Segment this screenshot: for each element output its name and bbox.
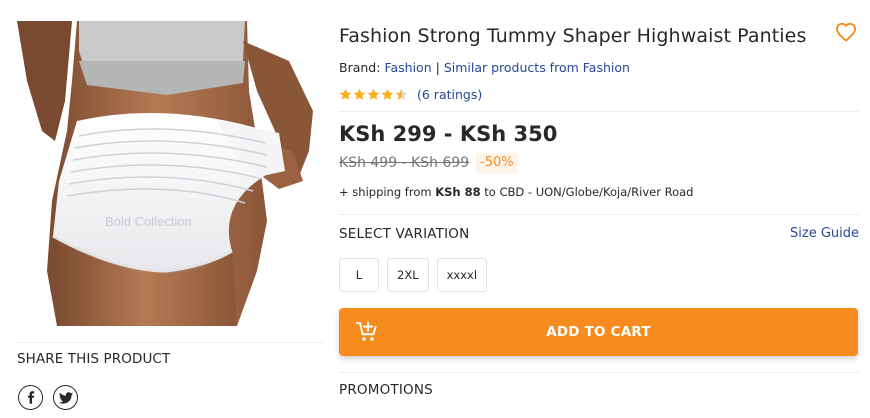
brand-separator: | [435,60,440,75]
size-guide-link[interactable]: Size Guide [790,226,859,241]
brand-line: Brand: Fashion | Similar products from F… [339,60,630,75]
brand-link[interactable]: Fashion [384,60,431,75]
star-icon [353,88,366,100]
share-twitter-button[interactable] [53,385,78,410]
wishlist-button[interactable] [835,22,859,44]
twitter-icon [58,391,73,404]
variation-option-2xl[interactable]: 2XL [387,258,429,292]
share-title: SHARE THIS PRODUCT [17,351,171,367]
brand-label: Brand: [339,60,381,75]
facebook-icon [27,391,34,404]
star-icon [367,88,380,100]
share-facebook-button[interactable] [18,385,43,410]
product-details: Fashion Strong Tummy Shaper Highwaist Pa… [339,0,859,418]
cart-plus-icon [356,321,377,341]
promotions-title: PROMOTIONS [339,382,433,398]
star-half-icon [395,88,408,100]
shipping-prefix: + shipping from [339,185,432,199]
divider [339,372,859,373]
similar-products-link[interactable]: Similar products from Fashion [444,60,630,75]
ratings-count-link[interactable]: (6 ratings) [417,87,482,102]
price-range: KSh 299 - KSh 350 [339,122,558,146]
heart-icon [835,22,857,42]
old-price-range: KSh 499 - KSh 699 [339,155,470,171]
shipping-amount: KSh 88 [435,185,481,199]
share-divider [17,342,323,343]
product-title: Fashion Strong Tummy Shaper Highwaist Pa… [339,25,807,47]
discount-badge: -50% [476,153,518,173]
image-watermark: Bold Collection [105,214,192,229]
rating: (6 ratings) [339,87,482,102]
divider [339,111,859,112]
variation-option-xxxxl[interactable]: xxxxl [436,258,488,292]
shipping-info: + shipping from KSh 88 to CBD - UON/Glob… [339,185,693,199]
select-variation-title: SELECT VARIATION [339,226,470,242]
star-icon [339,88,352,100]
variation-option-l[interactable]: L [339,258,379,292]
product-image[interactable]: Bold Collection [17,21,320,326]
star-icon [381,88,394,100]
add-to-cart-button[interactable]: ADD TO CART [339,308,858,356]
shipping-destination: to CBD - UON/Globe/Koja/River Road [484,185,694,199]
product-gallery: Bold Collection SHARE THIS PRODUCT [0,0,330,418]
divider [339,214,859,215]
variation-options: L 2XL xxxxl [339,258,488,292]
add-to-cart-label: ADD TO CART [546,324,651,340]
